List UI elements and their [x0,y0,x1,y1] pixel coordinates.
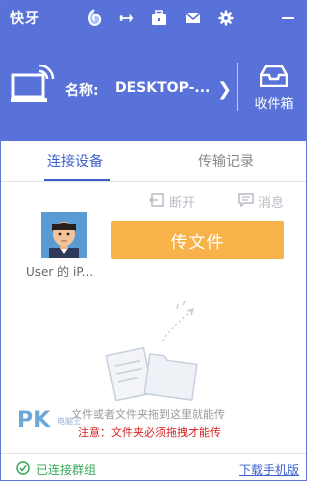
computer-icon [11,63,55,109]
pin-icon[interactable] [118,9,136,27]
device-name: User 的 iP... [26,265,94,279]
message-label: 消息 [258,196,285,211]
minimize-icon[interactable] [279,9,297,27]
connection-status: 已连接群组 [16,461,96,478]
inbox-button[interactable]: 收件箱 [252,64,296,112]
send-file-button[interactable]: 传文件 [111,221,284,259]
drop-area-illustration [101,300,211,405]
message-button[interactable]: 消息 [238,192,284,211]
speed-icon[interactable] [85,9,103,27]
message-icon [238,192,254,211]
tab-connect-devices[interactable]: 连接设备 [47,151,103,171]
app-name: 快牙 [10,11,40,27]
gear-icon[interactable] [217,9,235,27]
disconnect-button[interactable]: 断开 [148,192,196,211]
tab-bar: 连接设备 传输记录 [1,141,306,182]
inbox-icon [259,64,289,91]
active-tab-indicator [44,179,110,181]
chevron-right-icon[interactable]: ❯ [217,79,232,100]
tab-transfer-history[interactable]: 传输记录 [198,151,254,171]
disconnect-icon [148,192,165,211]
kuaiya-window: 快牙 名称: DESKTOP-... ❯ 收件箱 连接设备 传输记录 断开 消息… [0,0,307,481]
toolbox-icon[interactable] [150,9,168,27]
drag-folder-note: 注意：文件夹必须拖拽才能传 [78,426,221,439]
device-name-value[interactable]: DESKTOP-... [115,80,210,96]
check-circle-icon [16,461,30,478]
device-header: 名称: DESKTOP-... ❯ 收件箱 [1,35,306,141]
mail-icon[interactable] [184,9,202,27]
title-bar: 快牙 [1,1,306,35]
device-name-label: 名称: [65,83,99,99]
header-divider [237,63,238,111]
device-avatar[interactable] [41,212,87,258]
inbox-label: 收件箱 [254,97,294,112]
drop-hint-text: 文件或者文件夹拖到这里就能传 [71,408,225,421]
status-bar: 已连接群组 下载手机版 [1,453,306,480]
disconnect-label: 断开 [169,196,196,211]
connection-status-label: 已连接群组 [36,463,97,477]
watermark-logo: PK [17,408,51,433]
download-mobile-link[interactable]: 下载手机版 [239,461,299,478]
